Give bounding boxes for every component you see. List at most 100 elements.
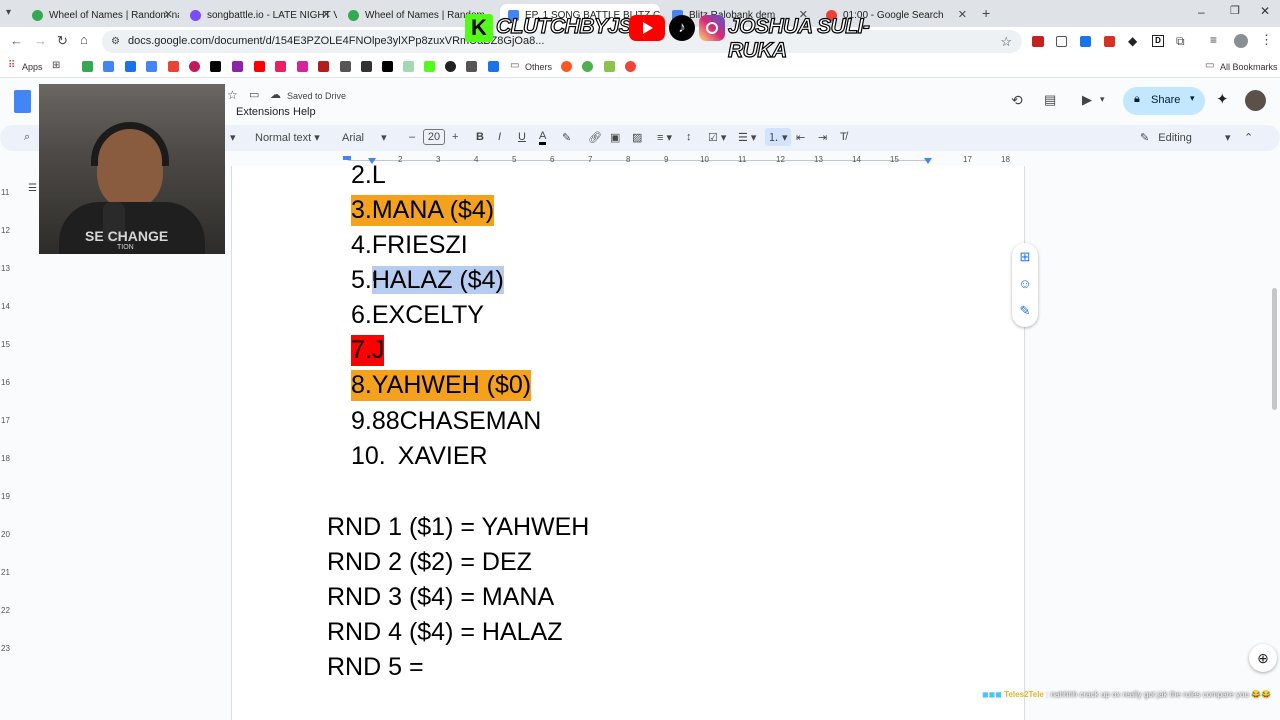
scrollbar-thumb[interactable] [1272, 288, 1277, 410]
outline-toggle-icon[interactable]: ☰ [28, 183, 37, 194]
back-icon[interactable]: ← [10, 33, 23, 48]
decrease-font-size-icon[interactable]: – [409, 131, 415, 143]
add-comment-icon[interactable]: ⊞ [1014, 246, 1036, 268]
list-item[interactable]: 4.FRIESZI [351, 230, 468, 261]
bookmark-icon[interactable] [604, 61, 615, 72]
browser-menu-icon[interactable]: ⋮ [1260, 32, 1273, 48]
bookmark-icon[interactable] [403, 61, 414, 72]
suggest-edits-icon[interactable]: ✎ [1014, 300, 1036, 322]
bookmark-icon[interactable] [340, 61, 351, 72]
round-line[interactable]: RND 5 = [327, 652, 424, 683]
bookmark-icon[interactable] [125, 61, 136, 72]
list-item[interactable]: 3.MANA ($4) [351, 195, 495, 226]
bookmark-icon[interactable] [232, 61, 243, 72]
meet-icon[interactable]: ▶ [1082, 92, 1092, 108]
clear-formatting-icon[interactable]: T̸ [840, 131, 847, 143]
bookmark-icon[interactable] [189, 61, 200, 72]
instagram-bookmark-icon[interactable] [297, 61, 308, 72]
share-button[interactable]: 🔒︎ Share ▾ [1123, 87, 1205, 115]
grid-icon[interactable]: ⊞ [52, 60, 60, 71]
underline-icon[interactable]: U [518, 131, 526, 143]
increase-font-size-icon[interactable]: + [452, 131, 458, 143]
reading-list-icon[interactable]: ≡ [1210, 33, 1217, 47]
comments-icon[interactable]: ▤ [1044, 92, 1056, 108]
new-tab-icon[interactable]: + [982, 5, 990, 21]
chevron-down-icon[interactable]: ▾ [1100, 94, 1105, 105]
restore-icon[interactable]: ❐ [1230, 4, 1240, 17]
insert-image-icon[interactable]: ▨ [632, 131, 642, 144]
all-bookmarks-folder[interactable]: All Bookmarks [1220, 62, 1278, 72]
bookmark-icon[interactable] [361, 61, 372, 72]
extension-icon[interactable] [1056, 36, 1067, 47]
bookmark-star-icon[interactable]: ☆ [1000, 30, 1012, 53]
round-line[interactable]: RND 2 ($2) = DEZ [327, 547, 532, 578]
site-info-icon[interactable]: ⚙ [111, 30, 120, 53]
home-icon[interactable]: ⌂ [80, 32, 88, 47]
bookmark-icon[interactable] [318, 61, 329, 72]
profile-avatar-icon[interactable] [1234, 34, 1248, 48]
extensions-puzzle-icon[interactable]: ⧉ [1176, 34, 1185, 49]
others-folder[interactable]: Others [525, 62, 552, 72]
indent-marker-icon[interactable] [343, 156, 351, 160]
bookmark-icon[interactable] [168, 61, 179, 72]
bold-icon[interactable]: B [476, 131, 484, 143]
browser-tab[interactable]: songbattle.io - LATE NIGHT VIB ✕ [182, 4, 337, 27]
tiktok-bookmark-icon[interactable] [210, 61, 221, 72]
collapse-menus-icon[interactable]: ⌃ [1244, 131, 1253, 144]
extension-abp-icon[interactable] [1032, 36, 1044, 47]
apps-grid-icon[interactable]: ⠿ [8, 60, 15, 71]
minimize-icon[interactable]: – [1198, 5, 1205, 19]
docs-logo-icon[interactable] [14, 90, 31, 113]
menu-help[interactable]: Help [293, 106, 316, 118]
checklist-icon[interactable]: ☑ ▾ [708, 131, 726, 144]
bookmark-icon[interactable] [582, 61, 593, 72]
extension-pdf-icon[interactable] [1104, 36, 1115, 47]
version-history-icon[interactable]: ⟲ [1011, 92, 1023, 109]
style-select[interactable]: Normal text ▾ [255, 131, 320, 144]
editing-mode-select[interactable]: ✎ Editing ▾ [1140, 131, 1231, 144]
bookmark-icon[interactable] [103, 61, 114, 72]
bookmark-icon[interactable] [82, 61, 93, 72]
round-line[interactable]: RND 4 ($4) = HALAZ [327, 617, 563, 648]
x-bookmark-icon[interactable] [382, 61, 393, 72]
explore-button[interactable]: ⊕ [1249, 644, 1277, 672]
extension-icon[interactable]: ◆ [1128, 34, 1137, 48]
account-avatar[interactable] [1245, 90, 1266, 111]
bookmark-icon[interactable] [561, 61, 572, 72]
search-menus-icon[interactable]: ⌕ [24, 131, 30, 144]
italic-icon[interactable]: I [498, 131, 501, 143]
chevron-down-icon[interactable]: ▾ [230, 131, 236, 144]
add-emoji-icon[interactable]: ☺ [1014, 273, 1036, 295]
apps-bookmark[interactable]: Apps [22, 62, 43, 72]
bookmark-icon[interactable] [625, 61, 636, 72]
decrease-indent-icon[interactable]: ⇤ [796, 131, 805, 144]
bulleted-list-icon[interactable]: ☰ ▾ [738, 131, 756, 144]
insert-link-icon[interactable]: 🔗︎ [588, 131, 602, 144]
list-item[interactable]: 8.YAHWEH ($0) [351, 370, 532, 401]
forward-icon[interactable]: → [34, 33, 47, 48]
line-spacing-icon[interactable]: ↕ [686, 131, 692, 143]
font-select[interactable]: Arial ▾ [342, 131, 387, 144]
gemini-icon[interactable]: ✦ [1216, 90, 1229, 108]
list-item[interactable]: 10. XAVIER [351, 441, 488, 472]
list-item[interactable]: 7.J [351, 335, 385, 366]
bookmark-icon[interactable] [466, 61, 477, 72]
increase-indent-icon[interactable]: ⇥ [818, 131, 827, 144]
kick-bookmark-icon[interactable] [424, 61, 435, 72]
star-icon[interactable]: ☆ [227, 88, 238, 102]
close-window-icon[interactable]: ✕ [1260, 4, 1270, 18]
round-line[interactable]: RND 3 ($4) = MANA [327, 582, 554, 613]
vertical-ruler[interactable]: 11 12 13 14 15 16 17 18 19 20 21 22 23 [0, 166, 12, 720]
horizontal-ruler[interactable]: 2 3 4 5 6 7 8 9 10 11 12 13 14 15 17 18 [230, 154, 1025, 166]
bookmark-icon[interactable] [445, 61, 456, 72]
close-tab-icon[interactable]: ✕ [164, 8, 173, 21]
bookmark-icon[interactable] [488, 61, 499, 72]
browser-tab[interactable]: Wheel of Names | Random nam ✕ [24, 4, 179, 27]
round-line[interactable]: RND 1 ($1) = YAHWEH [327, 512, 589, 543]
numbered-list-icon[interactable]: ⒈ ▾ [765, 128, 791, 146]
bookmark-icon[interactable] [146, 61, 157, 72]
youtube-bookmark-icon[interactable] [254, 61, 265, 72]
list-item[interactable]: 6.EXCELTY [351, 300, 484, 331]
highlight-color-icon[interactable]: ✎ [562, 131, 571, 144]
font-size-input[interactable]: 20 [423, 129, 445, 145]
